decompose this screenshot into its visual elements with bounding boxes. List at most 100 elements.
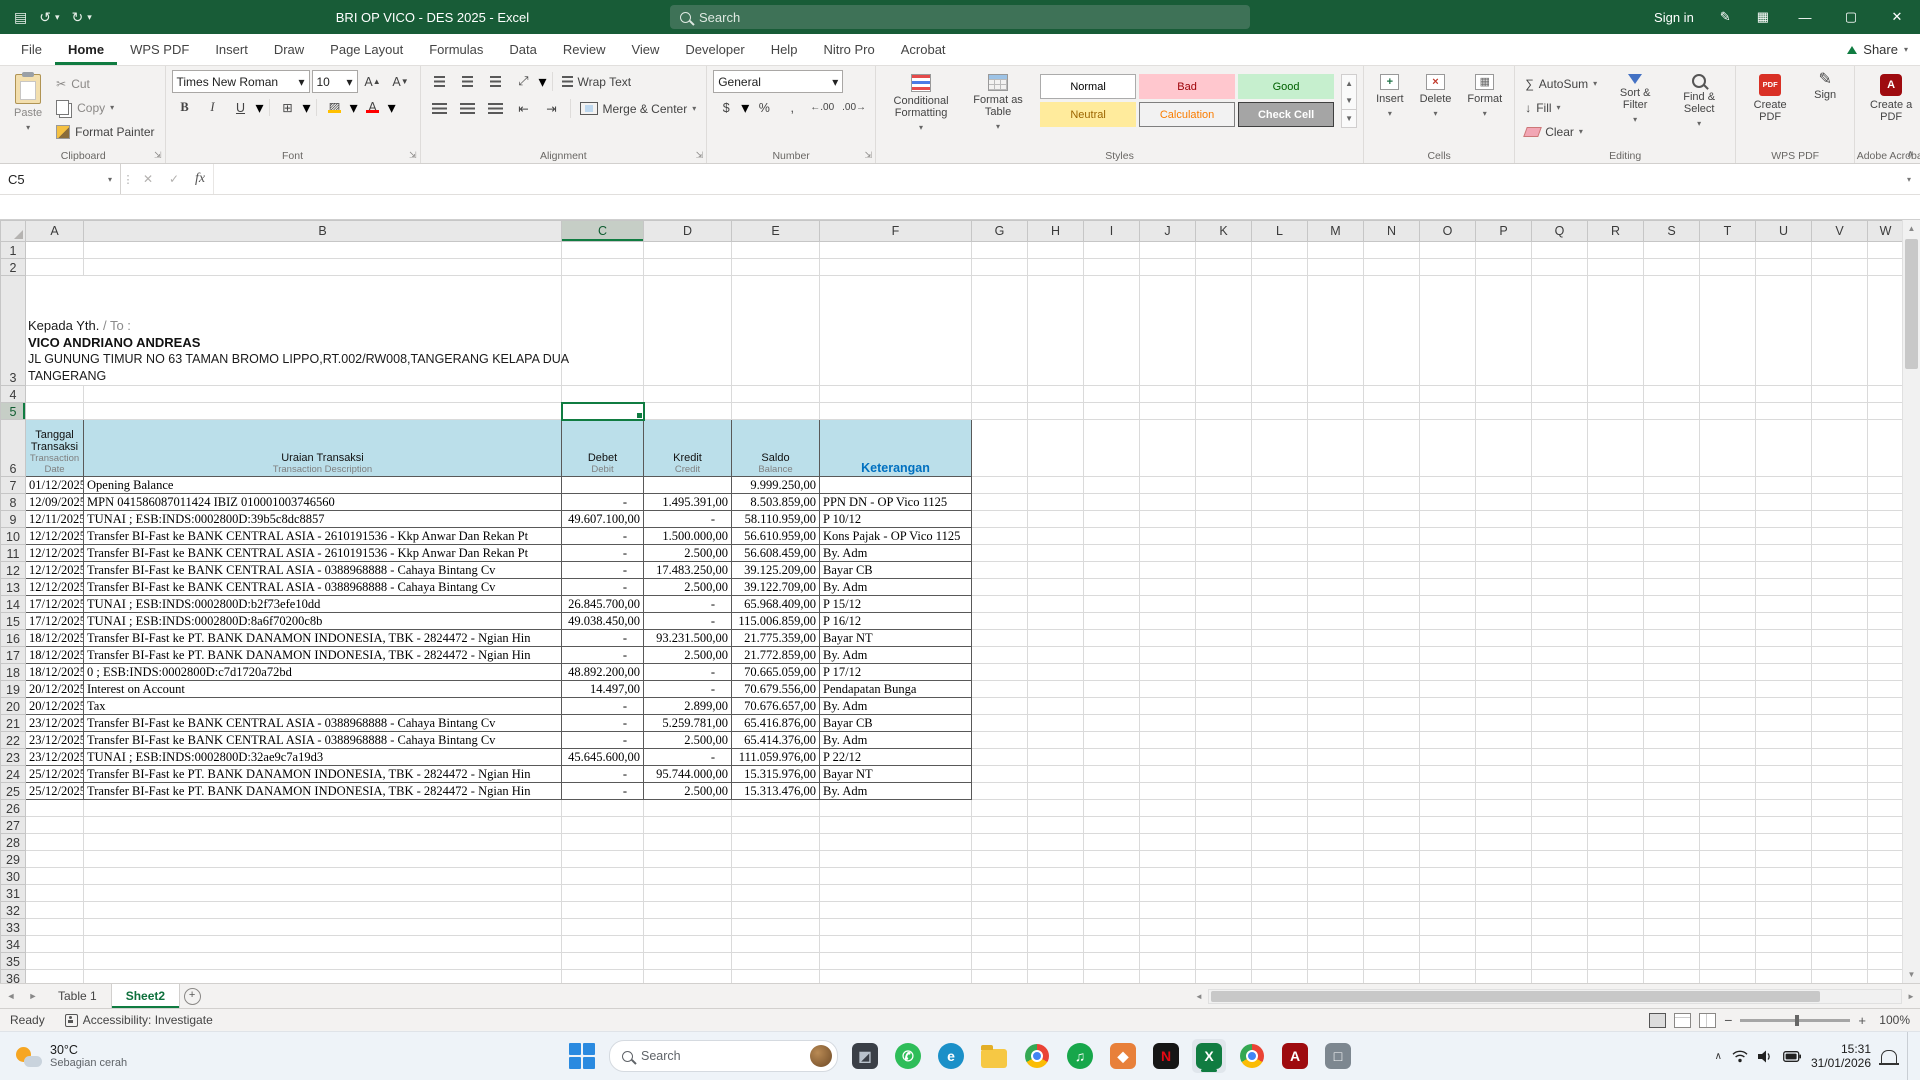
row-header-25[interactable]: 25 — [1, 783, 26, 800]
cell[interactable] — [1700, 259, 1756, 276]
number-dialog-launcher-icon[interactable]: ⇲ — [865, 150, 873, 161]
row-header-22[interactable]: 22 — [1, 732, 26, 749]
cell-keterangan[interactable]: Bayar CB — [820, 562, 972, 579]
cell[interactable] — [1476, 420, 1532, 477]
cell[interactable] — [972, 800, 1028, 817]
cell[interactable] — [1308, 681, 1364, 698]
cell[interactable] — [1252, 851, 1308, 868]
cancel-formula-icon[interactable]: ✕ — [135, 164, 161, 194]
cell[interactable] — [1308, 766, 1364, 783]
wps-sign-button[interactable]: ✎ Sign — [1802, 70, 1848, 105]
cell[interactable] — [1364, 630, 1420, 647]
zoom-out-icon[interactable]: − — [1724, 1012, 1732, 1028]
cell[interactable] — [26, 817, 84, 834]
cell[interactable] — [1868, 749, 1904, 766]
cell[interactable] — [1644, 885, 1700, 902]
cell[interactable] — [972, 970, 1028, 984]
cell[interactable] — [1084, 613, 1140, 630]
cell[interactable] — [1140, 936, 1196, 953]
fill-button[interactable]: ↓Fill▾ — [1521, 96, 1601, 119]
cell[interactable] — [1868, 477, 1904, 494]
cell[interactable] — [1532, 276, 1588, 386]
cell[interactable] — [1812, 528, 1868, 545]
cell[interactable] — [1756, 834, 1812, 851]
cell[interactable] — [1084, 579, 1140, 596]
zoom-slider[interactable] — [1740, 1019, 1850, 1022]
column-header-B[interactable]: B — [84, 221, 562, 242]
cell[interactable] — [1084, 494, 1140, 511]
cell[interactable] — [1588, 545, 1644, 562]
cell[interactable] — [1308, 528, 1364, 545]
cell[interactable] — [1420, 562, 1476, 579]
wifi-icon[interactable] — [1732, 1050, 1748, 1063]
cell[interactable] — [972, 477, 1028, 494]
cell[interactable] — [972, 885, 1028, 902]
cell[interactable] — [972, 851, 1028, 868]
cell[interactable] — [1700, 936, 1756, 953]
cell[interactable] — [1140, 834, 1196, 851]
cell[interactable] — [732, 851, 820, 868]
cell[interactable] — [1252, 259, 1308, 276]
cell[interactable] — [1420, 477, 1476, 494]
cell[interactable] — [1532, 494, 1588, 511]
cell[interactable] — [1028, 613, 1084, 630]
cell[interactable] — [1140, 783, 1196, 800]
close-button[interactable]: ✕ — [1874, 0, 1920, 34]
cell[interactable] — [1588, 596, 1644, 613]
cell[interactable] — [1140, 259, 1196, 276]
cell[interactable] — [1644, 732, 1700, 749]
accounting-format-button[interactable]: $ — [713, 97, 739, 118]
cell[interactable] — [1140, 664, 1196, 681]
cell[interactable] — [1420, 545, 1476, 562]
cell[interactable] — [1028, 477, 1084, 494]
cell[interactable] — [84, 817, 562, 834]
cell[interactable] — [1868, 511, 1904, 528]
cell[interactable] — [1700, 477, 1756, 494]
cell[interactable] — [1252, 885, 1308, 902]
cell[interactable] — [1532, 953, 1588, 970]
row-header-7[interactable]: 7 — [1, 477, 26, 494]
cell[interactable] — [1308, 511, 1364, 528]
cell[interactable] — [1140, 681, 1196, 698]
cell[interactable] — [1196, 698, 1252, 715]
selected-cell-C5[interactable] — [562, 403, 644, 420]
cell[interactable] — [732, 868, 820, 885]
cell[interactable] — [1700, 276, 1756, 386]
row-header-34[interactable]: 34 — [1, 936, 26, 953]
cell[interactable] — [1420, 276, 1476, 386]
minimize-button[interactable]: — — [1782, 0, 1828, 34]
cell[interactable] — [1140, 630, 1196, 647]
cell[interactable] — [1364, 851, 1420, 868]
cell[interactable] — [1532, 919, 1588, 936]
cell[interactable] — [1644, 902, 1700, 919]
cell[interactable] — [1140, 596, 1196, 613]
zoom-slider-thumb[interactable] — [1795, 1015, 1799, 1026]
cell[interactable] — [1084, 698, 1140, 715]
cell[interactable] — [1812, 868, 1868, 885]
cell[interactable] — [1700, 749, 1756, 766]
cell-description[interactable]: MPN 041586087011424 IBIZ 010001003746560 — [84, 494, 562, 511]
cell-style-good[interactable]: Good — [1238, 74, 1334, 99]
cell[interactable]: 45.645.600,00 — [562, 749, 644, 766]
cell[interactable] — [1252, 579, 1308, 596]
shrink-font-button[interactable]: A▼ — [388, 71, 414, 92]
cell[interactable] — [1364, 276, 1420, 386]
cell[interactable] — [1140, 851, 1196, 868]
cell[interactable] — [1532, 242, 1588, 259]
table-header-2[interactable]: DebetDebit — [562, 420, 644, 477]
undo-dropdown-icon[interactable]: ▾ — [55, 12, 60, 23]
cell[interactable] — [1868, 919, 1904, 936]
collapse-ribbon-icon[interactable]: ∧ — [1907, 149, 1914, 160]
cell[interactable] — [1700, 579, 1756, 596]
cell[interactable] — [1868, 936, 1904, 953]
cell[interactable] — [1868, 579, 1904, 596]
cell[interactable] — [1644, 420, 1700, 477]
format-as-table-button[interactable]: Format as Table ▾ — [964, 70, 1032, 137]
cell[interactable] — [972, 562, 1028, 579]
cell[interactable] — [732, 386, 820, 403]
cell[interactable] — [1084, 681, 1140, 698]
cell[interactable] — [562, 386, 644, 403]
accessibility-status[interactable]: Accessibility: Investigate — [55, 1013, 223, 1027]
ribbon-tab-acrobat[interactable]: Acrobat — [888, 34, 959, 65]
cell[interactable]: 26.845.700,00 — [562, 596, 644, 613]
